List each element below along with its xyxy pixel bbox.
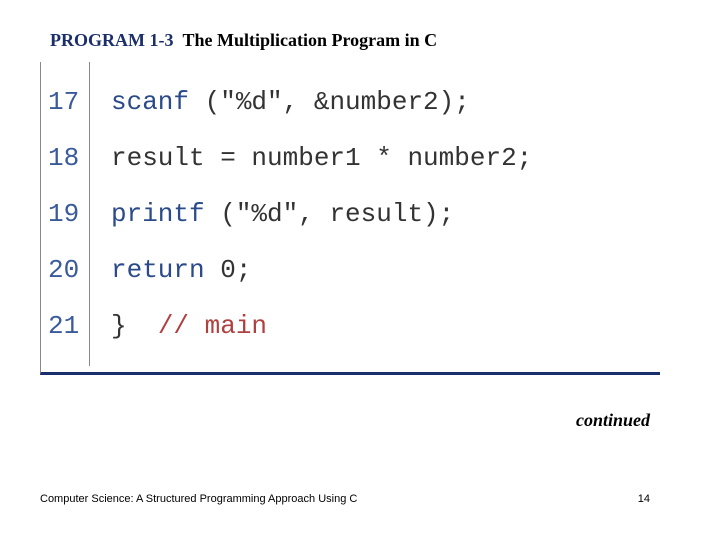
code-line: printf ("%d", result); <box>111 186 660 242</box>
code-text: result = number1 * number2; <box>111 143 532 173</box>
line-number-gutter: 17 18 19 20 21 <box>42 62 90 366</box>
code-keyword: return <box>111 255 205 285</box>
code-line: return 0; <box>111 242 660 298</box>
footer-book-title: Computer Science: A Structured Programmi… <box>40 493 357 505</box>
code-line: result = number1 * number2; <box>111 130 660 186</box>
code-keyword: printf <box>111 199 205 229</box>
line-number: 21 <box>42 298 89 354</box>
footer-page-number: 14 <box>638 493 650 505</box>
program-name: The Multiplication Program in C <box>182 30 437 50</box>
code-comment: // main <box>158 311 267 341</box>
line-number: 17 <box>42 74 89 130</box>
code-line: } // main <box>111 298 660 354</box>
code-text: } <box>111 311 158 341</box>
code-container: 17 18 19 20 21 scanf ("%d", &number2); r… <box>40 62 660 375</box>
code-text: ("%d", result); <box>205 199 455 229</box>
program-label: PROGRAM 1-3 <box>50 30 173 50</box>
code-body: scanf ("%d", &number2); result = number1… <box>111 62 660 354</box>
continued-label: continued <box>576 410 650 431</box>
line-number: 18 <box>42 130 89 186</box>
code-text: ("%d", &number2); <box>189 87 470 117</box>
code-text: 0; <box>205 255 252 285</box>
line-number: 20 <box>42 242 89 298</box>
line-number: 19 <box>42 186 89 242</box>
code-keyword: scanf <box>111 87 189 117</box>
code-line: scanf ("%d", &number2); <box>111 74 660 130</box>
program-title: PROGRAM 1-3 The Multiplication Program i… <box>50 30 437 51</box>
